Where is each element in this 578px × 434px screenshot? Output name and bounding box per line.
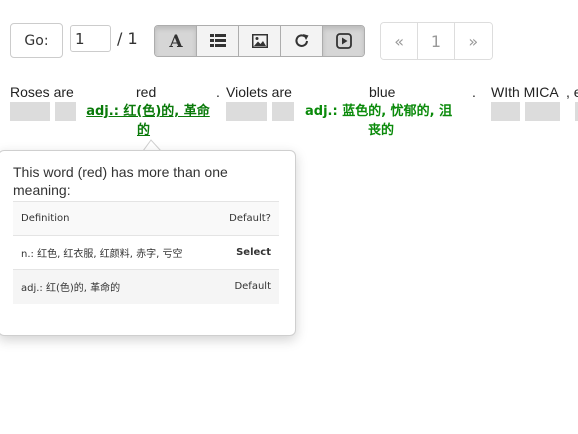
current-page-button[interactable]: 1	[418, 23, 455, 59]
gloss-placeholder[interactable]	[491, 102, 520, 121]
next-page-button[interactable]: »	[454, 23, 492, 59]
meaning-popover: This word (red) has more than one meanin…	[0, 150, 296, 336]
prev-page-button[interactable]: «	[381, 23, 419, 59]
page-total: / 1	[117, 29, 138, 48]
definition-cell: n.: 红色, 红衣服, 红颜料, 赤字, 亏空	[13, 235, 214, 270]
go-button[interactable]: Go:	[10, 23, 63, 58]
gloss-placeholder[interactable]	[226, 102, 267, 121]
font-icon: A	[168, 33, 183, 49]
word-with-mica[interactable]: WIth MICA	[491, 84, 559, 100]
word-fragment[interactable]: , e	[566, 84, 578, 100]
gloss-placeholder[interactable]	[272, 102, 294, 121]
gloss-blue-line2: 丧的	[368, 123, 395, 138]
pagination: « 1 »	[380, 22, 493, 60]
column-default: Default?	[213, 201, 279, 236]
table-row: adj.: 红(色)的, 革命的 Default	[13, 269, 279, 304]
table-header-row: Definition Default?	[13, 201, 279, 236]
gloss-placeholder[interactable]	[525, 102, 560, 121]
gloss-red[interactable]: adj.: 红(色)的, 革命 的	[83, 102, 213, 140]
gloss-blue[interactable]: adj.: 蓝色的, 忧郁的, 沮 丧的	[305, 102, 465, 140]
text-mode-button[interactable]: A	[155, 26, 197, 56]
view-mode-group: A	[154, 25, 365, 57]
gloss-placeholder[interactable]	[55, 102, 76, 121]
play-square-icon	[335, 33, 352, 49]
gloss-red-line2: 的	[137, 123, 151, 138]
action-cell: Select	[213, 235, 279, 270]
definition-cell: adj.: 红(色)的, 革命的	[13, 269, 214, 304]
share-button[interactable]	[281, 26, 323, 56]
list-mode-button[interactable]	[197, 26, 239, 56]
select-button[interactable]: Select	[236, 247, 271, 258]
page-number-input[interactable]	[70, 25, 111, 52]
word-red[interactable]: red	[136, 84, 156, 100]
gloss-blue-line1: adj.: 蓝色的, 忧郁的, 沮	[305, 104, 453, 119]
word-period: .	[472, 84, 476, 100]
word-period: .	[216, 84, 220, 100]
reading-text: Roses are red . Violets are blue . WIth …	[0, 80, 578, 150]
play-mode-button[interactable]	[323, 26, 364, 56]
image-mode-button[interactable]	[239, 26, 281, 56]
table-row: n.: 红色, 红衣服, 红颜料, 赤字, 亏空 Select	[13, 235, 279, 270]
list-icon	[209, 34, 226, 47]
image-icon	[251, 34, 268, 48]
word-blue[interactable]: blue	[369, 84, 395, 100]
default-label: Default	[213, 269, 279, 304]
svg-text:A: A	[168, 33, 183, 49]
word-roses-are[interactable]: Roses are	[10, 84, 74, 100]
gloss-placeholder[interactable]	[10, 102, 50, 121]
column-definition: Definition	[13, 201, 214, 236]
share-icon	[294, 34, 308, 47]
toolbar: Go: / 1 A	[0, 0, 578, 80]
popover-title: This word (red) has more than one meanin…	[13, 164, 228, 198]
gloss-red-line1: adj.: 红(色)的, 革命	[86, 104, 210, 119]
word-violets-are[interactable]: Violets are	[226, 84, 292, 100]
definition-table: Definition Default? n.: 红色, 红衣服, 红颜料, 赤字…	[13, 201, 279, 304]
